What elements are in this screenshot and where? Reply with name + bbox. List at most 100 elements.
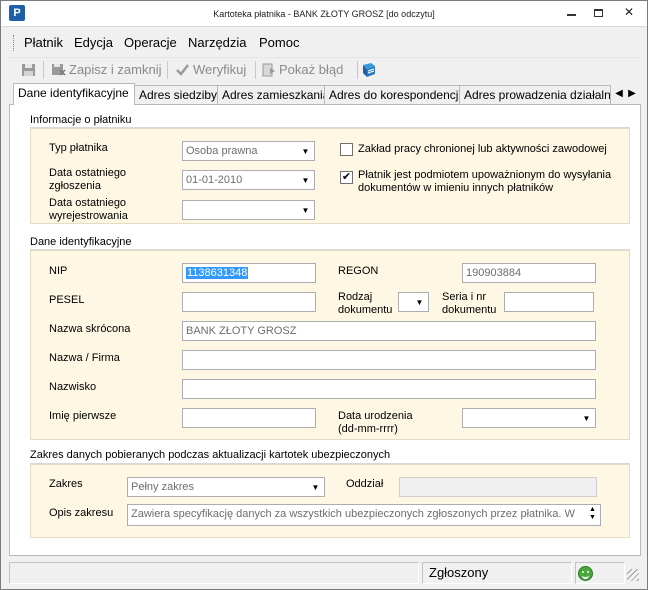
short-name-label: Nazwa skrócona [49,323,131,335]
chevron-down-icon: ▼ [582,414,591,423]
tab-adres-zamieszkania[interactable]: Adres zamieszkania [217,85,325,105]
surname-field[interactable] [182,379,596,399]
save-close-icon [52,63,66,76]
desc-label: Opis zakresu [49,507,114,519]
status-text: Zgłoszony [422,562,572,584]
nip-field[interactable]: 1138631348 [182,263,316,283]
status-bar: Zgłoszony [9,562,641,584]
menu-pomoc[interactable]: Pomoc [256,34,302,52]
smiley-status-icon [578,566,593,581]
birth-date-label-2: (dd-mm-rrrr) [338,423,398,435]
regon-field[interactable]: 190903884 [462,263,596,283]
doc-type-label-1: Rodzaj [338,291,373,303]
toolbar: Zapisz i zamknij Weryfikuj Pokaż błąd [9,57,639,81]
chevron-down-icon: ▼ [301,147,310,156]
minimize-button[interactable] [558,1,584,23]
close-button[interactable]: ✕ [610,1,648,23]
chevron-down-icon: ▼ [301,176,310,185]
last-report-label-1: Data ostatniego [49,167,127,179]
doc-type-select[interactable]: ▼ [398,292,429,312]
authorized-label-2: dokumentów w imieniu innych płatników [358,182,554,194]
pesel-field[interactable] [182,292,316,312]
payer-type-label: Typ płatnika [49,142,108,154]
maximize-icon [593,8,603,17]
short-name-field[interactable]: BANK ZŁOTY GROSZ [182,321,596,341]
menu-bar: Płatnik Edycja Operacje Narzędzia Pomoc [9,31,639,55]
window-title: Kartoteka płatnika - BANK ZŁOTY GROSZ [d… [213,9,435,19]
protected-work-checkbox[interactable] [340,143,353,156]
menu-narzedzia[interactable]: Narzędzia [185,34,250,52]
birth-date-label-1: Data urodzenia [338,410,413,422]
scope-description-memo[interactable]: Zawiera specyfikację danych za wszystkic… [127,504,601,526]
checkmark-icon: ✔ [341,171,352,183]
last-report-value: 01-01-2010 [186,174,243,186]
error-doc-icon [262,63,275,77]
regon-label: REGON [338,265,379,277]
name-field[interactable] [182,350,596,370]
last-dereg-date-select[interactable]: ▼ [182,200,315,220]
close-icon: ✕ [623,5,635,19]
last-dereg-label-2: wyrejestrowania [49,210,128,222]
payer-type-value: Osoba prawna [186,145,258,157]
surname-label: Nazwisko [49,381,97,393]
tab-adres-prowadzenia[interactable]: Adres prowadzenia działalności [459,85,611,105]
book-icon [363,62,375,77]
menu-grip [13,35,16,51]
doc-series-field[interactable] [504,292,594,312]
id-section-title: Dane identyfikacyjne [30,236,132,248]
doc-series-label-2: dokumentu [442,304,497,316]
first-name-field[interactable] [182,408,316,428]
scope-value: Pełny zakres [131,481,194,493]
last-report-date-select[interactable]: 01-01-2010 ▼ [182,170,315,190]
tab-strip: Dane identyfikacyjne Adres siedziby Adre… [9,83,641,105]
save-close-label: Zapisz i zamknij [69,62,162,77]
menu-operacje[interactable]: Operacje [121,34,180,52]
verify-button[interactable]: Weryfikuj [175,60,246,80]
scope-section: Zakres Pełny zakres ▼ Oddział Opis zakre… [30,464,630,538]
tab-dane-identyfikacyjne[interactable]: Dane identyfikacyjne [13,83,135,105]
scope-select[interactable]: Pełny zakres ▼ [127,477,325,497]
maximize-button[interactable] [585,1,611,23]
tab-scroll-right-icon[interactable]: ▶ [626,87,638,101]
nip-label: NIP [49,265,68,277]
scope-label: Zakres [49,478,83,490]
tab-adres-do-korespondencji[interactable]: Adres do korespondencji [324,85,460,105]
branch-field[interactable] [399,477,597,497]
name-label: Nazwa / Firma [49,352,120,364]
last-report-label-2: zgłoszenia [49,180,101,192]
doc-series-label-1: Seria i nr [442,291,487,303]
main-window: P Kartoteka płatnika - BANK ZŁOTY GROSZ … [0,0,648,590]
tab-panel: Informacje o płatniku Typ płatnika Osoba… [9,104,641,556]
help-book-button[interactable] [361,60,380,80]
checkmark-icon [176,63,189,76]
info-section: Typ płatnika Osoba prawna ▼ Data ostatni… [30,128,630,224]
save-button[interactable] [21,60,39,80]
authorized-checkbox[interactable]: ✔ [340,171,353,184]
title-bar: P Kartoteka płatnika - BANK ZŁOTY GROSZ … [1,1,647,27]
status-cell-indicator [575,562,625,584]
save-close-button[interactable]: Zapisz i zamknij [51,60,161,80]
birth-date-select[interactable]: ▼ [462,408,596,428]
pesel-label: PESEL [49,294,85,306]
menu-platnik[interactable]: Płatnik [21,34,66,52]
payer-type-select[interactable]: Osoba prawna ▼ [182,141,315,161]
chevron-down-icon: ▼ [301,206,310,215]
scope-description-text: Zawiera specyfikację danych za wszystkic… [131,508,575,520]
info-section-title: Informacje o płatniku [30,114,132,126]
show-error-button[interactable]: Pokaż błąd [261,60,343,80]
tab-adres-siedziby[interactable]: Adres siedziby [134,85,218,105]
doc-type-label-2: dokumentu [338,304,393,316]
memo-scroll-icon[interactable]: ▲ ▼ [586,506,599,524]
verify-label: Weryfikuj [193,62,247,77]
authorized-label-1: Płatnik jest podmiotem upoważnionym do w… [358,169,612,181]
menu-edycja[interactable]: Edycja [71,34,116,52]
first-name-label: Imię pierwsze [49,410,117,422]
resize-grip-icon[interactable] [627,569,639,581]
last-dereg-label-1: Data ostatniego [49,197,127,209]
show-error-label: Pokaż błąd [279,62,344,77]
status-cell-left [9,562,419,584]
chevron-down-icon: ▼ [311,483,320,492]
tab-scroll-left-icon[interactable]: ◀ [613,87,625,101]
nip-value: 1138631348 [186,267,249,279]
floppy-icon [22,63,35,76]
